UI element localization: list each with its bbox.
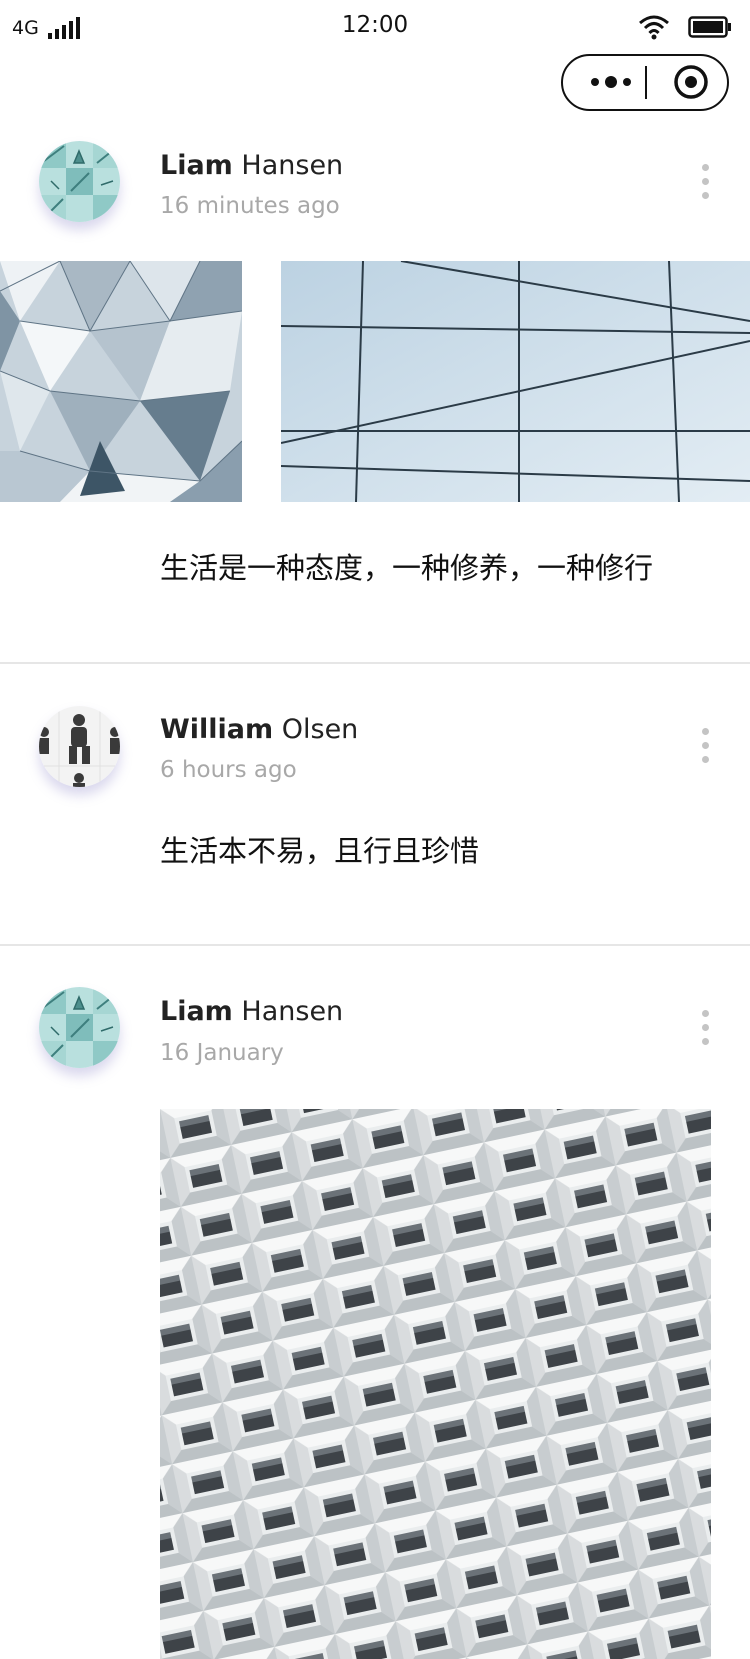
post-card: William Olsen 6 hours ago 生活本不易，且行且珍惜 [0,664,750,944]
post-image[interactable] [281,261,750,502]
author-last-name: Hansen [241,150,344,181]
author-first-name: Liam [160,150,233,181]
author-name[interactable]: William Olsen [160,714,358,745]
post-time: 16 minutes ago [160,193,340,219]
author-first-name: Liam [160,996,233,1027]
post-card: Liam Hansen 16 January [0,946,750,1659]
author-name[interactable]: Liam Hansen [160,150,343,181]
post-caption: 生活本不易，且行且珍惜 [160,834,480,868]
author-first-name: William [160,714,274,745]
post-image[interactable] [0,261,242,502]
post-image[interactable] [160,1109,711,1659]
more-options-icon[interactable] [690,162,720,202]
more-options-icon[interactable] [690,1008,720,1048]
post-card: Liam Hansen 16 minutes ago 生活是一种态度，一种修养，… [0,0,750,660]
post-time: 6 hours ago [160,757,297,783]
author-last-name: Olsen [281,714,359,745]
avatar[interactable] [39,706,120,787]
avatar[interactable] [39,987,120,1068]
post-caption: 生活是一种态度，一种修养，一种修行 [160,551,654,585]
author-name[interactable]: Liam Hansen [160,996,343,1027]
author-last-name: Hansen [241,996,344,1027]
avatar[interactable] [39,141,120,222]
more-options-icon[interactable] [690,726,720,766]
post-time: 16 January [160,1040,284,1066]
